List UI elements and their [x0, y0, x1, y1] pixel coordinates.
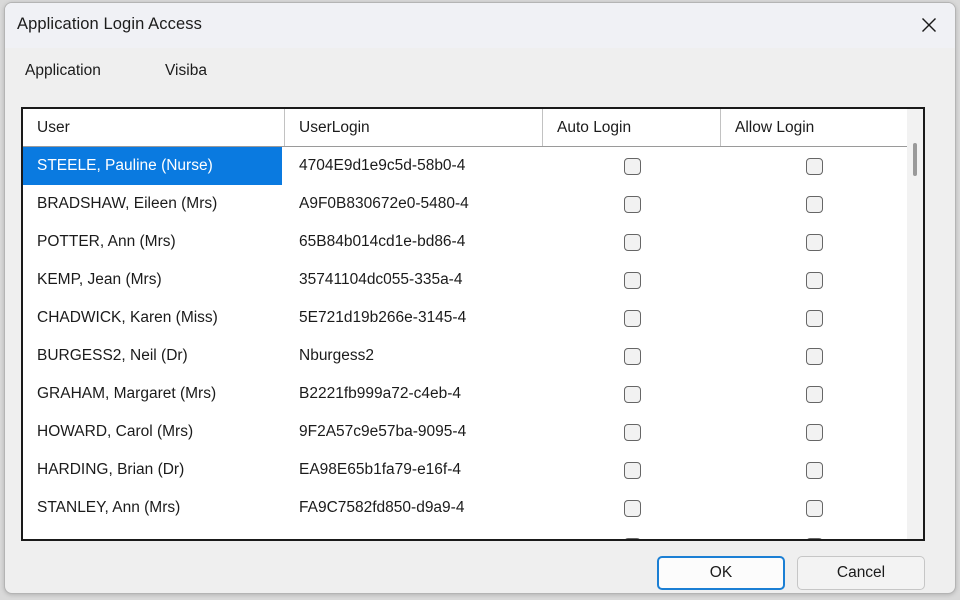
application-login-access-dialog: Application Login Access Application Vis… — [4, 2, 956, 594]
cell-userlogin[interactable]: 9F2A57c9e57ba-9095-4 — [285, 413, 543, 451]
cancel-button[interactable]: Cancel — [797, 556, 925, 590]
allow-login-checkbox[interactable] — [805, 423, 823, 441]
auto-login-checkbox[interactable] — [623, 499, 641, 517]
table-row[interactable]: HOWARD, Carol (Mrs) 9F2A57c9e57ba-9095-4 — [23, 413, 907, 451]
auto-login-checkbox[interactable] — [623, 157, 641, 175]
cell-auto-login — [543, 223, 721, 261]
column-header-allow-login[interactable]: Allow Login — [721, 109, 907, 146]
cell-allow-login — [721, 489, 907, 527]
auto-login-checkbox[interactable] — [623, 537, 641, 539]
vertical-scrollbar[interactable] — [907, 109, 923, 539]
table-row[interactable]: BURGESS2, Neil (Dr) Nburgess2 — [23, 337, 907, 375]
cell-allow-login — [721, 337, 907, 375]
cell-userlogin[interactable]: Nburgess2 — [285, 337, 543, 375]
table-row[interactable]: KEMP, Jean (Mrs) 35741104dc055-335a-4 — [23, 261, 907, 299]
cell-allow-login — [721, 527, 907, 539]
cell-auto-login — [543, 413, 721, 451]
table-row[interactable]: BRADSHAW, Eileen (Mrs) A9F0B830672e0-5480… — [23, 185, 907, 223]
cell-auto-login — [543, 451, 721, 489]
cell-auto-login — [543, 299, 721, 337]
ok-button[interactable]: OK — [657, 556, 785, 590]
title-bar: Application Login Access — [5, 3, 955, 48]
auto-login-checkbox[interactable] — [623, 423, 641, 441]
cell-auto-login — [543, 375, 721, 413]
cell-allow-login — [721, 375, 907, 413]
cell-allow-login — [721, 261, 907, 299]
cell-allow-login — [721, 413, 907, 451]
allow-login-checkbox[interactable] — [805, 233, 823, 251]
cell-user[interactable]: GRAHAM, Margaret (Mrs) — [23, 375, 282, 413]
cell-auto-login — [543, 489, 721, 527]
allow-login-checkbox[interactable] — [805, 537, 823, 539]
allow-login-checkbox[interactable] — [805, 309, 823, 327]
cell-user[interactable]: BRADSHAW, Eileen (Mrs) — [23, 185, 282, 223]
cell-allow-login — [721, 223, 907, 261]
table-row[interactable] — [23, 527, 907, 539]
cell-user[interactable]: HOWARD, Carol (Mrs) — [23, 413, 282, 451]
menu-item-application[interactable]: Application — [25, 62, 101, 80]
auto-login-checkbox[interactable] — [623, 233, 641, 251]
table-row[interactable]: STANLEY, Ann (Mrs) FA9C7582fd850-d9a9-4 — [23, 489, 907, 527]
allow-login-checkbox[interactable] — [805, 271, 823, 289]
cell-userlogin[interactable]: A9F0B830672e0-5480-4 — [285, 185, 543, 223]
allow-login-checkbox[interactable] — [805, 499, 823, 517]
cell-user[interactable]: CHADWICK, Karen (Miss) — [23, 299, 282, 337]
auto-login-checkbox[interactable] — [623, 347, 641, 365]
cell-auto-login — [543, 147, 721, 185]
grid-rows: STEELE, Pauline (Nurse) 4704E9d1e9c5d-58b… — [23, 147, 907, 539]
cell-user[interactable]: HARDING, Brian (Dr) — [23, 451, 282, 489]
allow-login-checkbox[interactable] — [805, 385, 823, 403]
cell-allow-login — [721, 451, 907, 489]
auto-login-checkbox[interactable] — [623, 385, 641, 403]
window-title: Application Login Access — [17, 15, 202, 33]
table-row[interactable]: POTTER, Ann (Mrs) 65B84b014cd1e-bd86-4 — [23, 223, 907, 261]
cell-allow-login — [721, 299, 907, 337]
cell-user[interactable]: KEMP, Jean (Mrs) — [23, 261, 282, 299]
table-row[interactable]: HARDING, Brian (Dr) EA98E65b1fa79-e16f-4 — [23, 451, 907, 489]
cell-allow-login — [721, 147, 907, 185]
cell-auto-login — [543, 261, 721, 299]
menu-bar: Application Visiba — [5, 48, 955, 100]
column-header-auto-login[interactable]: Auto Login — [543, 109, 721, 146]
scrollbar-thumb[interactable] — [913, 143, 917, 176]
cell-auto-login — [543, 527, 721, 539]
allow-login-checkbox[interactable] — [805, 461, 823, 479]
table-row[interactable]: STEELE, Pauline (Nurse) 4704E9d1e9c5d-58b… — [23, 147, 907, 185]
allow-login-checkbox[interactable] — [805, 195, 823, 213]
cell-userlogin[interactable] — [285, 527, 543, 539]
cell-user[interactable]: STANLEY, Ann (Mrs) — [23, 489, 282, 527]
user-login-grid: User UserLogin Auto Login Allow Login ST… — [21, 107, 925, 541]
cell-userlogin[interactable]: EA98E65b1fa79-e16f-4 — [285, 451, 543, 489]
auto-login-checkbox[interactable] — [623, 195, 641, 213]
allow-login-checkbox[interactable] — [805, 157, 823, 175]
cell-userlogin[interactable]: 4704E9d1e9c5d-58b0-4 — [285, 147, 543, 185]
cell-auto-login — [543, 185, 721, 223]
cell-auto-login — [543, 337, 721, 375]
grid-content: User UserLogin Auto Login Allow Login ST… — [23, 109, 907, 539]
cell-user[interactable] — [23, 527, 282, 539]
cell-user[interactable]: BURGESS2, Neil (Dr) — [23, 337, 282, 375]
auto-login-checkbox[interactable] — [623, 309, 641, 327]
auto-login-checkbox[interactable] — [623, 271, 641, 289]
cell-userlogin[interactable]: 5E721d19b266e-3145-4 — [285, 299, 543, 337]
cell-allow-login — [721, 185, 907, 223]
allow-login-checkbox[interactable] — [805, 347, 823, 365]
cell-userlogin[interactable]: B2221fb999a72-c4eb-4 — [285, 375, 543, 413]
menu-item-visiba[interactable]: Visiba — [165, 62, 207, 80]
cell-userlogin[interactable]: 35741104dc055-335a-4 — [285, 261, 543, 299]
cell-user[interactable]: POTTER, Ann (Mrs) — [23, 223, 282, 261]
auto-login-checkbox[interactable] — [623, 461, 641, 479]
cell-user[interactable]: STEELE, Pauline (Nurse) — [23, 147, 282, 185]
cell-userlogin[interactable]: 65B84b014cd1e-bd86-4 — [285, 223, 543, 261]
cell-userlogin[interactable]: FA9C7582fd850-d9a9-4 — [285, 489, 543, 527]
grid-header-row: User UserLogin Auto Login Allow Login — [23, 109, 907, 147]
column-header-userlogin[interactable]: UserLogin — [285, 109, 543, 146]
column-header-user[interactable]: User — [23, 109, 285, 146]
close-icon[interactable] — [903, 3, 955, 47]
table-row[interactable]: GRAHAM, Margaret (Mrs) B2221fb999a72-c4eb… — [23, 375, 907, 413]
table-row[interactable]: CHADWICK, Karen (Miss) 5E721d19b266e-3145… — [23, 299, 907, 337]
